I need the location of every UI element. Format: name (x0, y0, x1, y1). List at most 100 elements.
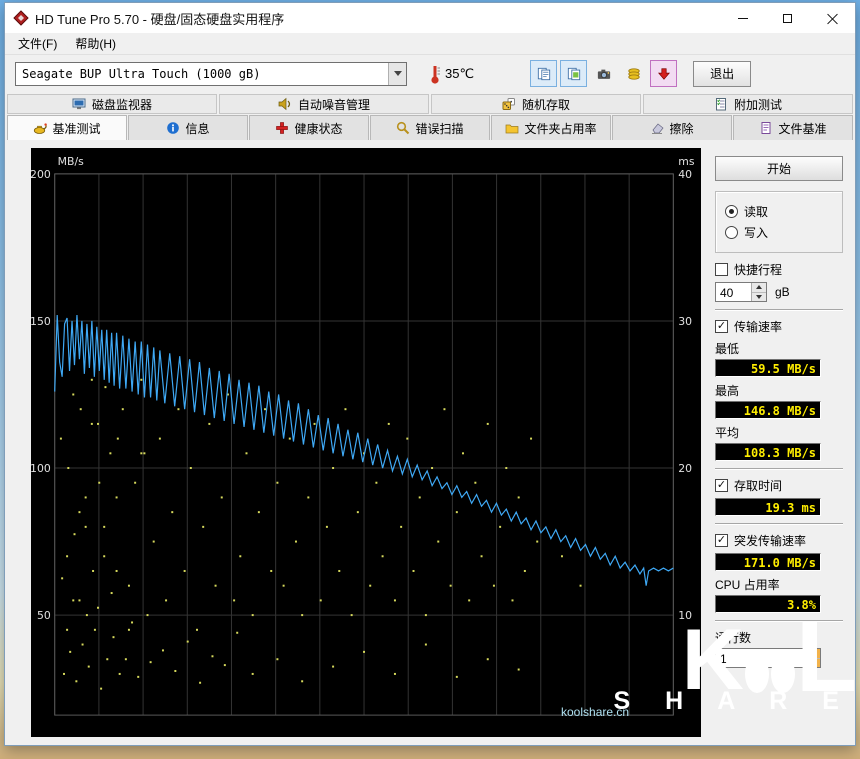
checkbox-checked-icon: ✓ (715, 479, 728, 492)
tab-label: 附加测试 (733, 97, 782, 112)
svg-text:ms: ms (678, 155, 695, 168)
short-stroke-input[interactable]: 40 (715, 282, 767, 302)
read-radio[interactable]: 读取 (725, 203, 833, 220)
tab-random-access[interactable]: 随机存取 (431, 94, 641, 114)
burst-rate-value: 171.0 MB/s (715, 553, 821, 571)
pass-count-spinner[interactable] (805, 649, 820, 667)
copy-image-icon (567, 67, 580, 80)
short-stroke-unit: gB (775, 285, 790, 299)
random-access-icon (502, 98, 515, 110)
menu-file[interactable]: 文件(F) (9, 32, 66, 55)
pass-count-value: 1 (720, 652, 727, 666)
access-time-checkbox[interactable]: ✓ 存取时间 (715, 477, 843, 494)
avg-value: 108.3 MB/s (715, 443, 821, 461)
radio-unselected-icon (725, 226, 738, 239)
tab-label: 磁盘监视器 (91, 97, 152, 112)
spin-down-button[interactable] (752, 291, 766, 301)
arrow-up-icon (810, 651, 816, 656)
window-title: HD Tune Pro 5.70 - 硬盘/固态硬盘实用程序 (35, 11, 285, 27)
short-stroke-spinner[interactable] (751, 283, 766, 301)
tab-row-primary: 基准测试 信息 健康状态 错误扫描 文件夹占用率 擦除 文件基准 (5, 114, 855, 140)
extra-tests-icon (715, 98, 726, 111)
benchmark-icon (34, 123, 48, 134)
tab-file-benchmark[interactable]: 文件基准 (733, 115, 853, 140)
menu-help[interactable]: 帮助(H) (66, 32, 125, 55)
close-button[interactable] (810, 3, 855, 33)
max-label: 最高 (715, 384, 740, 398)
svg-text:10: 10 (678, 609, 692, 622)
transfer-rate-checkbox[interactable]: ✓ 传输速率 (715, 318, 843, 335)
minimize-button[interactable] (720, 3, 765, 33)
tab-label: 健康状态 (294, 121, 343, 136)
tab-label: 自动噪音管理 (297, 97, 370, 112)
access-time-label: 存取时间 (734, 479, 783, 493)
tab-info[interactable]: 信息 (128, 115, 248, 140)
write-radio[interactable]: 写入 (725, 224, 833, 241)
file-benchmark-icon (761, 122, 771, 134)
tab-label: 随机存取 (521, 97, 570, 112)
tab-health[interactable]: 健康状态 (249, 115, 369, 140)
temperature-indicator: 35℃ (429, 64, 474, 84)
tab-error-scan[interactable]: 错误扫描 (370, 115, 490, 140)
arrow-down-icon (810, 660, 816, 665)
tab-label: 文件基准 (778, 121, 827, 136)
download-results-button[interactable] (650, 60, 678, 87)
drive-select-dropdown-button[interactable] (388, 62, 406, 85)
svg-text:30: 30 (678, 315, 692, 328)
info-icon (167, 122, 180, 134)
short-stroke-label: 快捷行程 (734, 263, 783, 277)
export-button[interactable] (620, 60, 647, 87)
start-button[interactable]: 开始 (715, 156, 843, 181)
short-stroke-value: 40 (720, 286, 734, 300)
burst-rate-label: 突发传输速率 (734, 534, 807, 548)
checkbox-checked-icon: ✓ (715, 320, 728, 333)
tab-aam[interactable]: 自动噪音管理 (219, 94, 429, 114)
pass-count-input[interactable]: 1 (715, 648, 821, 668)
toolbar-buttons (530, 60, 678, 87)
tab-row-secondary: 磁盘监视器 自动噪音管理 随机存取 附加测试 (5, 92, 855, 114)
separator (715, 309, 843, 311)
tab-erase[interactable]: 擦除 (612, 115, 732, 140)
menu-bar: 文件(F) 帮助(H) (5, 33, 855, 55)
read-radio-label: 读取 (744, 205, 769, 219)
copy-image-button[interactable] (560, 60, 588, 87)
title-bar[interactable]: HD Tune Pro 5.70 - 硬盘/固态硬盘实用程序 (5, 3, 855, 33)
min-label: 最低 (715, 342, 740, 356)
thermometer-icon (431, 65, 440, 84)
error-scan-icon (397, 121, 410, 135)
svg-text:200: 200 (31, 168, 51, 181)
exit-button[interactable]: 退出 (693, 60, 752, 87)
benchmark-side-panel: 开始 读取 写入 快捷行程 40 gB ✓ 传输速率 最低 59.5 MB/s … (707, 148, 851, 737)
svg-text:150: 150 (31, 315, 51, 328)
short-stroke-checkbox[interactable]: 快捷行程 (715, 261, 843, 278)
app-icon (13, 10, 29, 26)
copy-text-button[interactable] (530, 60, 558, 87)
avg-label: 平均 (715, 426, 740, 440)
spin-down-button[interactable] (806, 657, 820, 667)
spin-up-button[interactable] (752, 283, 766, 292)
transfer-rate-label: 传输速率 (734, 320, 783, 334)
tab-benchmark[interactable]: 基准测试 (7, 115, 127, 140)
write-radio-label: 写入 (744, 226, 769, 240)
maximize-icon (783, 13, 792, 23)
svg-text:40: 40 (678, 168, 692, 181)
svg-text:20: 20 (678, 462, 692, 475)
radio-selected-icon (725, 205, 738, 218)
temperature-value: 35℃ (445, 65, 475, 81)
read-write-group: 读取 写入 (715, 191, 843, 253)
pass-count-label: 通行数 (715, 631, 752, 645)
drive-select-value: Seagate BUP Ultra Touch (1000 gB) (22, 66, 261, 81)
burst-rate-checkbox[interactable]: ✓ 突发传输速率 (715, 532, 843, 549)
tab-disk-monitor[interactable]: 磁盘监视器 (7, 94, 217, 114)
access-time-value: 19.3 ms (715, 498, 821, 516)
spin-up-button[interactable] (806, 649, 820, 658)
tab-folder-usage[interactable]: 文件夹占用率 (491, 115, 611, 140)
hdtune-window: HD Tune Pro 5.70 - 硬盘/固态硬盘实用程序 文件(F) 帮助(… (4, 2, 857, 746)
tab-extra-tests[interactable]: 附加测试 (643, 94, 853, 114)
maximize-button[interactable] (765, 3, 810, 33)
screenshot-button[interactable] (590, 60, 617, 87)
drive-select[interactable]: Seagate BUP Ultra Touch (1000 gB) (15, 61, 407, 86)
separator (715, 468, 843, 470)
tab-label: 信息 (185, 121, 210, 136)
tab-label: 擦除 (669, 121, 694, 136)
